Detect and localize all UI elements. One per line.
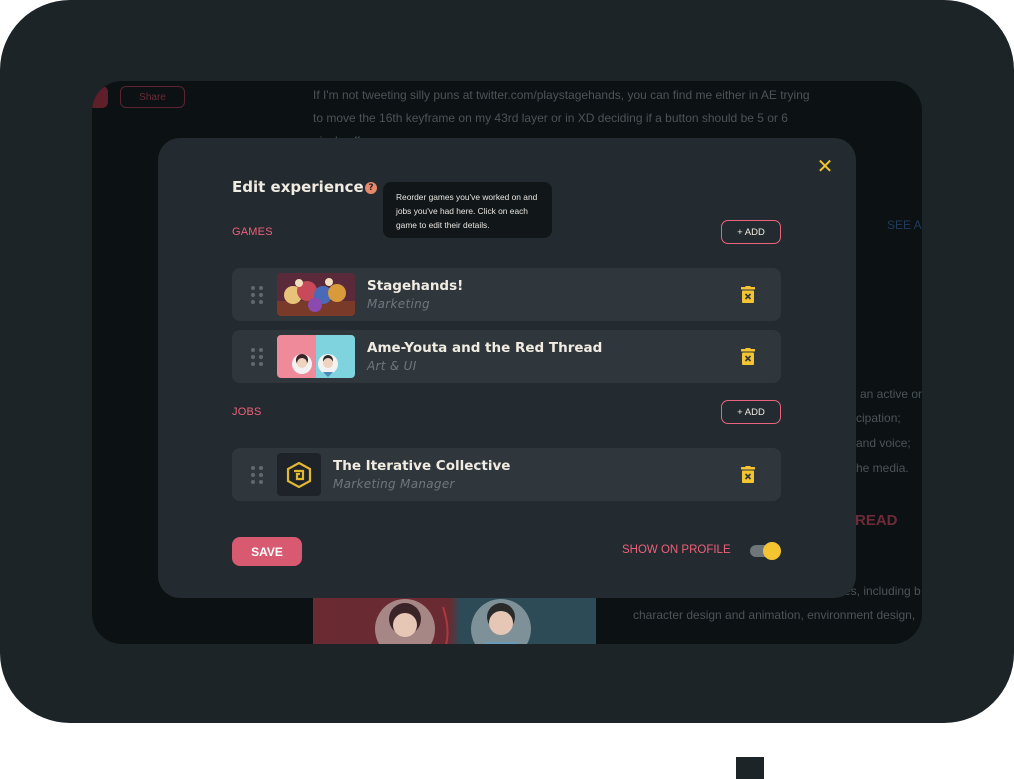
drag-handle-icon[interactable] bbox=[251, 348, 263, 366]
edit-experience-modal: ✕ Edit experience ? Reorder games you've… bbox=[158, 138, 856, 598]
about-line: cipation; bbox=[856, 411, 901, 425]
bio-line: If I'm not tweeting silly puns at twitte… bbox=[313, 88, 810, 102]
add-game-button[interactable]: + ADD bbox=[721, 220, 781, 244]
job-role: Marketing Manager bbox=[333, 477, 455, 491]
game-row[interactable]: Ame-Youta and the Red Thread Art & UI bbox=[232, 330, 781, 383]
game-row[interactable]: Stagehands! Marketing bbox=[232, 268, 781, 321]
modal-title: Edit experience bbox=[232, 178, 364, 196]
iterative-collective-logo bbox=[286, 461, 312, 488]
company-logo bbox=[277, 453, 321, 496]
job-row[interactable]: The Iterative Collective Marketing Manag… bbox=[232, 448, 781, 501]
game-role: Marketing bbox=[367, 297, 430, 311]
background-chip bbox=[92, 86, 108, 108]
save-button[interactable]: SAVE bbox=[232, 537, 302, 566]
jobs-section-label: JOBS bbox=[232, 406, 262, 418]
help-tooltip: Reorder games you've worked on and jobs … bbox=[383, 182, 552, 238]
trash-icon[interactable] bbox=[741, 466, 755, 483]
drag-handle-icon[interactable] bbox=[251, 466, 263, 484]
read-link[interactable]: READ bbox=[855, 512, 898, 529]
share-button[interactable]: Share bbox=[120, 86, 185, 108]
close-icon[interactable]: ✕ bbox=[815, 155, 835, 177]
details-line: character design and animation, environm… bbox=[633, 608, 916, 622]
game-role: Art & UI bbox=[367, 359, 417, 373]
stagehands-thumbnail-art bbox=[277, 273, 355, 316]
game-artwork-image bbox=[313, 597, 596, 644]
game-title: Stagehands! bbox=[367, 278, 464, 294]
games-section-label: GAMES bbox=[232, 226, 273, 238]
about-line: he media. bbox=[856, 461, 909, 475]
see-all-link[interactable]: SEE A bbox=[887, 218, 922, 232]
bio-line: to move the 16th keyframe on my 43rd lay… bbox=[313, 111, 788, 125]
drag-handle-icon[interactable] bbox=[251, 286, 263, 304]
trash-icon[interactable] bbox=[741, 286, 755, 303]
ame-youta-thumbnail-art bbox=[277, 335, 355, 378]
game-thumbnail bbox=[277, 335, 355, 378]
details-line: es, including b bbox=[844, 584, 921, 598]
game-thumbnail bbox=[277, 273, 355, 316]
show-on-profile-label: SHOW ON PROFILE bbox=[622, 544, 731, 556]
trash-icon[interactable] bbox=[741, 348, 755, 365]
question-icon[interactable]: ? bbox=[365, 182, 377, 194]
device-frame: Share If I'm not tweeting silly puns at … bbox=[0, 0, 1014, 723]
job-title: The Iterative Collective bbox=[333, 458, 511, 474]
show-on-profile-toggle[interactable] bbox=[750, 542, 782, 560]
about-line: and voice; bbox=[856, 436, 911, 450]
about-line: an active or bbox=[860, 387, 922, 401]
add-job-button[interactable]: + ADD bbox=[721, 400, 781, 424]
toggle-knob bbox=[763, 542, 781, 560]
decorative-square bbox=[736, 757, 764, 779]
artwork-illustration bbox=[375, 599, 531, 644]
game-title: Ame-Youta and the Red Thread bbox=[367, 340, 603, 356]
